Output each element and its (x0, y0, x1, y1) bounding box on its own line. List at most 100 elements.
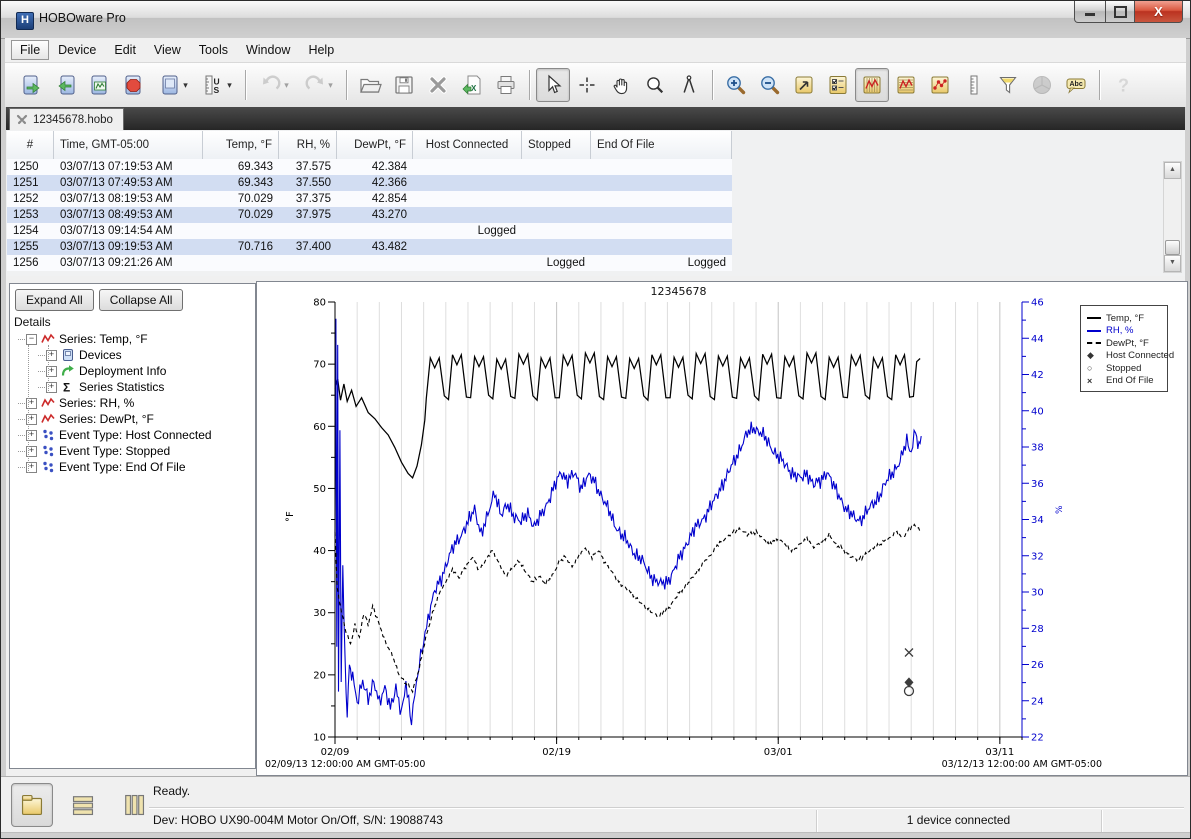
column-header[interactable]: End Of File (591, 131, 732, 159)
table-row[interactable]: 125303/07/13 08:49:53 AM70.02937.97543.2… (7, 207, 732, 223)
table-cell: 1254 (7, 223, 54, 239)
pan-tool-button[interactable] (604, 68, 638, 102)
table-scrollbar[interactable]: ▲ ▼ (1163, 161, 1182, 273)
expand-all-button[interactable]: Expand All (15, 289, 94, 311)
tree-item[interactable]: +Event Type: Stopped (14, 443, 255, 459)
horizontal-gridlines-chart-button[interactable] (889, 68, 923, 102)
annotation-abc-button[interactable] (1059, 68, 1093, 102)
help-button[interactable] (1106, 68, 1140, 102)
dropdown-arrow-icon[interactable]: ▾ (227, 80, 232, 91)
column-view-button[interactable] (113, 783, 155, 827)
undo-button[interactable]: ▾ (252, 68, 296, 102)
menu-item-device[interactable]: Device (49, 40, 105, 60)
print-button[interactable] (489, 68, 523, 102)
dropdown-arrow-icon[interactable]: ▾ (284, 80, 289, 91)
ruler-button[interactable] (957, 68, 991, 102)
menu-item-view[interactable]: View (145, 40, 190, 60)
vertical-gridlines-chart-icon (860, 73, 884, 97)
menu-item-edit[interactable]: Edit (105, 40, 145, 60)
zoom-out-button[interactable] (753, 68, 787, 102)
hobo-file-icon (16, 114, 28, 126)
vertical-gridlines-chart-button[interactable] (855, 68, 889, 102)
column-header[interactable]: Time, GMT-05:00 (54, 131, 203, 159)
tree-item[interactable]: +Deployment Info (14, 363, 255, 379)
list-view-button[interactable] (62, 783, 104, 827)
save-file-button[interactable] (387, 68, 421, 102)
points-chart-button[interactable] (923, 68, 957, 102)
table-row[interactable]: 125503/07/13 09:19:53 AM70.71637.40043.4… (7, 239, 732, 255)
collapse-all-button[interactable]: Collapse All (99, 289, 184, 311)
x-marker-icon: × (1087, 376, 1101, 386)
tree-item[interactable]: −Series: Temp, °F (14, 331, 255, 347)
pie-chart-button[interactable] (1025, 68, 1059, 102)
table-row[interactable]: 125403/07/13 09:14:54 AMLogged (7, 223, 732, 239)
filter-series-button[interactable] (991, 68, 1025, 102)
table-row[interactable]: 125003/07/13 07:19:53 AM69.34337.57542.3… (7, 159, 732, 175)
dashed-line-swatch (1087, 342, 1101, 344)
plot-view-button[interactable] (11, 783, 53, 827)
tree-item[interactable]: +Event Type: Host Connected (14, 427, 255, 443)
dropdown-arrow-icon[interactable]: ▾ (183, 80, 188, 91)
open-file-button[interactable] (353, 68, 387, 102)
svg-text:80: 80 (313, 298, 326, 309)
tree-item[interactable]: +Devices (14, 347, 255, 363)
scroll-up-button[interactable]: ▲ (1164, 162, 1181, 179)
menu-item-tools[interactable]: Tools (190, 40, 237, 60)
redo-button[interactable]: ▾ (296, 68, 340, 102)
tab-datafile[interactable]: 12345678.hobo (9, 108, 124, 131)
stop-device-button[interactable] (117, 68, 151, 102)
column-header[interactable]: RH, % (279, 131, 337, 159)
dropdown-arrow-icon[interactable]: ▾ (328, 80, 333, 91)
measure-tool-button[interactable] (672, 68, 706, 102)
close-button[interactable]: X (1134, 1, 1183, 23)
event-icon (41, 444, 55, 458)
time-series-plot[interactable]: 1234567810203040506070802224262830323436… (257, 282, 1187, 775)
maximize-button[interactable] (1106, 1, 1134, 23)
plot-device-button[interactable] (83, 68, 117, 102)
tree-item[interactable]: +Event Type: End Of File (14, 459, 255, 475)
select-tool-button[interactable] (536, 68, 570, 102)
column-header[interactable]: Host Connected (413, 131, 522, 159)
series-checklist-button[interactable] (821, 68, 855, 102)
readout-device-button[interactable] (49, 68, 83, 102)
launch-device-button[interactable] (15, 68, 49, 102)
column-header[interactable]: DewPt, °F (337, 131, 413, 159)
table-row[interactable]: 125603/07/13 09:21:26 AMLoggedLogged (7, 255, 732, 271)
crosshair-tool-button[interactable] (570, 68, 604, 102)
tree-connector (38, 371, 45, 372)
menu-item-window[interactable]: Window (237, 40, 299, 60)
event-marker-x (905, 648, 913, 656)
table-row[interactable]: 125103/07/13 07:49:53 AM69.34337.55042.3… (7, 175, 732, 191)
device-status-button[interactable]: ▾ (151, 68, 195, 102)
scroll-thumb[interactable] (1165, 240, 1180, 255)
zoom-in-icon (724, 73, 748, 97)
tree-item[interactable]: +Series: RH, % (14, 395, 255, 411)
units-us-button[interactable]: ▾ (195, 68, 239, 102)
column-view-icon (121, 792, 147, 818)
export-data-button[interactable] (455, 68, 489, 102)
menu-item-help[interactable]: Help (299, 40, 343, 60)
column-header[interactable]: Temp, °F (203, 131, 279, 159)
table-cell (522, 191, 591, 207)
zoom-tool-button[interactable] (638, 68, 672, 102)
resize-plot-button[interactable] (787, 68, 821, 102)
minimize-button[interactable] (1074, 1, 1106, 23)
menu-item-file[interactable]: File (11, 40, 49, 60)
scroll-down-button[interactable]: ▼ (1164, 255, 1181, 272)
collapse-toggle-icon[interactable]: − (26, 334, 37, 345)
svg-text:30: 30 (1031, 588, 1044, 599)
tree-item[interactable]: +Series Statistics (14, 379, 255, 395)
table-row[interactable]: 125203/07/13 08:19:53 AM70.02937.37542.8… (7, 191, 732, 207)
circle-marker-icon: ○ (1087, 363, 1101, 373)
legend-label: End Of File (1106, 375, 1154, 386)
table-cell: 69.343 (203, 159, 279, 175)
tree-item[interactable]: +Series: DewPt, °F (14, 411, 255, 427)
title-bar[interactable]: H HOBOware Pro X (1, 1, 1190, 39)
svg-text:30: 30 (313, 608, 326, 619)
column-header[interactable]: # (7, 131, 54, 159)
table-cell (337, 223, 413, 239)
column-header[interactable]: Stopped (522, 131, 591, 159)
close-file-button[interactable] (421, 68, 455, 102)
device-status-icon (158, 73, 182, 97)
zoom-in-button[interactable] (719, 68, 753, 102)
